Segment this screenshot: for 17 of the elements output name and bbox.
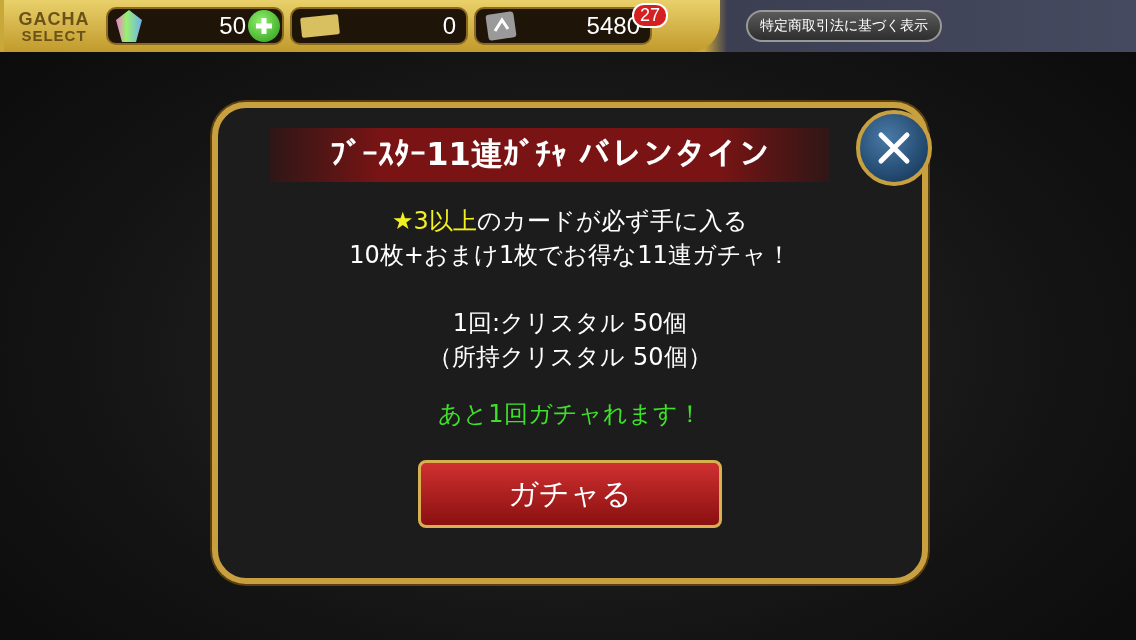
crystal-icon	[116, 10, 142, 42]
description-text: 10枚+おまけ1枚でお得な11連ガチャ！	[349, 240, 791, 271]
card-icon	[484, 11, 518, 41]
gacha-button[interactable]: ガチャる	[418, 460, 722, 528]
cost-text: 1回:クリスタル 50個	[451, 308, 689, 339]
add-button[interactable]	[248, 10, 280, 42]
plus-icon	[255, 17, 273, 35]
legal-notice-button[interactable]: 特定商取引法に基づく表示	[746, 10, 942, 42]
description-text: ★3以上のカードが必ず手に入る	[391, 206, 749, 237]
ticket-icon	[300, 13, 340, 39]
notice-text: あと1回ガチャれます！	[438, 399, 702, 430]
dialog-title: ﾌﾞｰｽﾀｰ11連ｶﾞﾁｬ バレンタイン	[330, 134, 770, 175]
close-icon	[877, 131, 911, 165]
currency-amount: 50	[219, 12, 246, 40]
gacha-select-logo: GACHA SELECT	[17, 9, 91, 43]
owned-text: （所持クリスタル 50個）	[428, 342, 712, 373]
currency-amount: 0	[442, 12, 456, 40]
